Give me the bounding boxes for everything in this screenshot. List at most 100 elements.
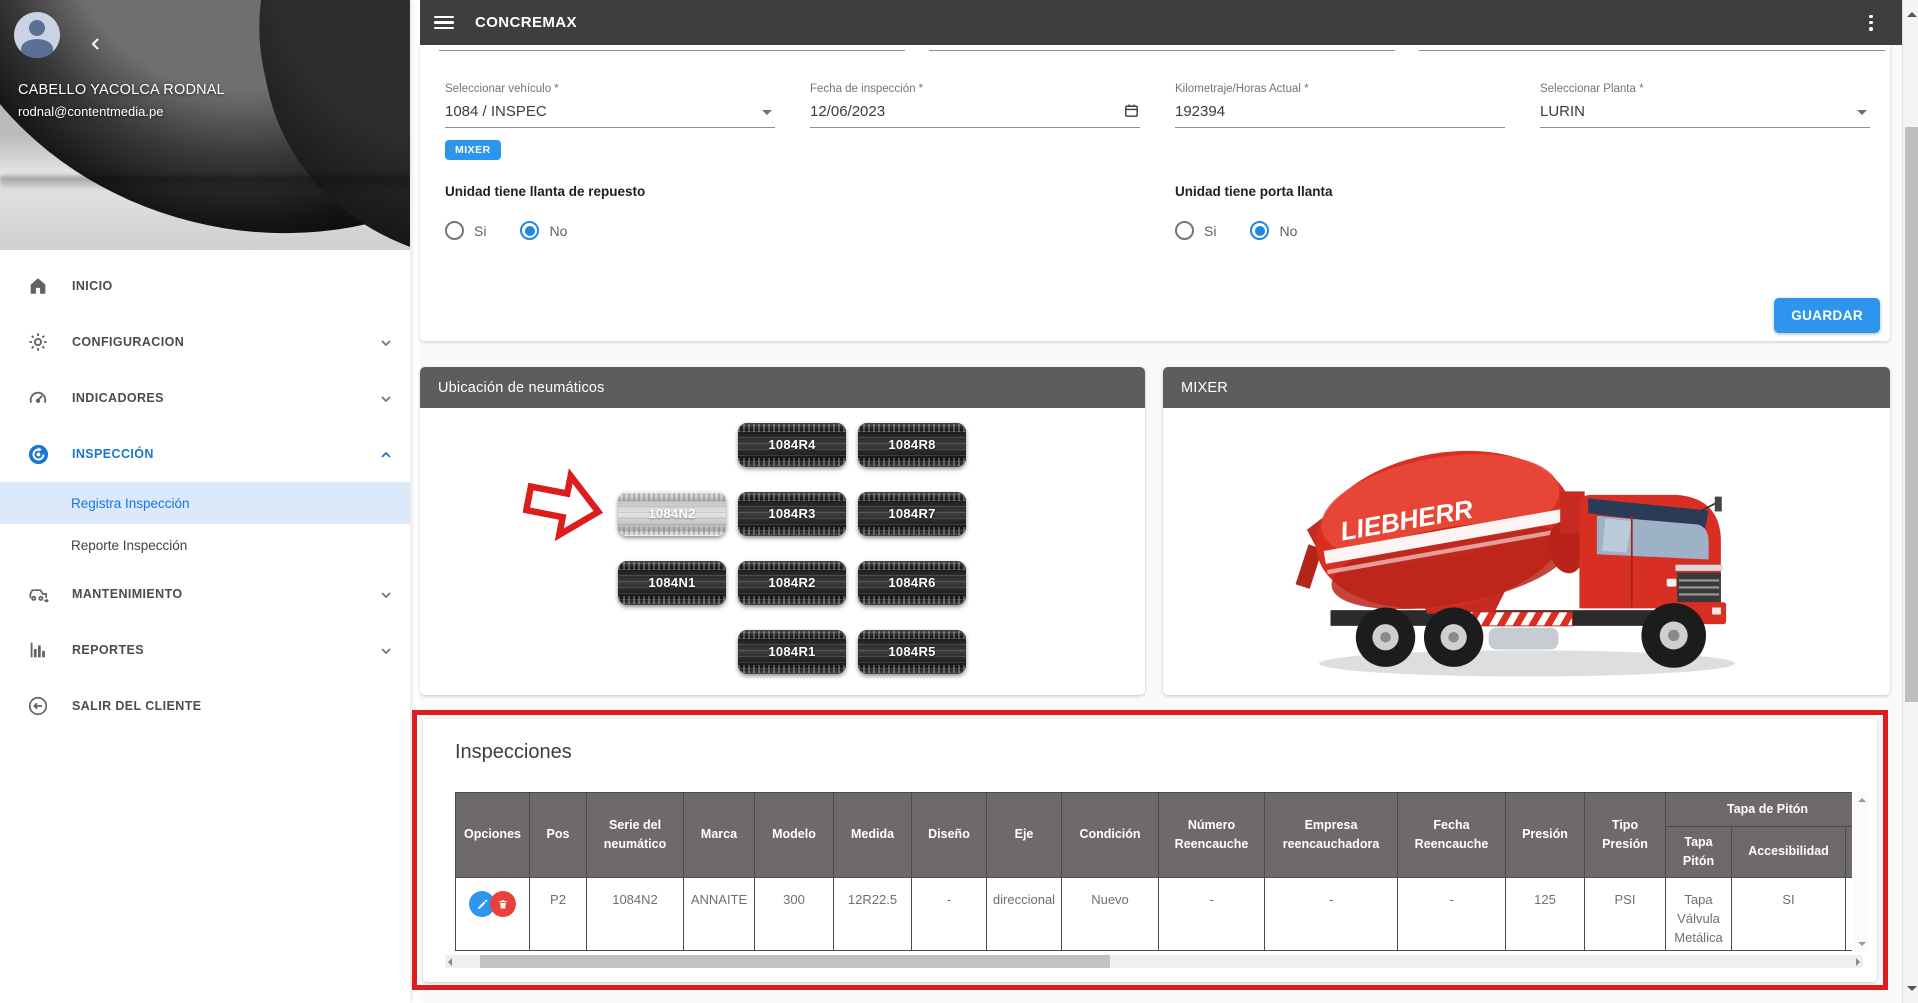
plant-select[interactable]: Seleccionar Planta * LURIN — [1540, 83, 1870, 128]
delete-button[interactable] — [490, 891, 516, 917]
cell-numero-reencauche: - — [1159, 878, 1265, 951]
sidebar-profile-header: CABELLO YACOLCA RODNAL rodnal@contentmed… — [0, 0, 410, 250]
mixer-truck-image: LIEBHERR — [1251, 425, 1803, 687]
inspections-title: Inspecciones — [455, 741, 572, 764]
tire-button-1084N2[interactable]: 1084N2 — [618, 492, 726, 536]
cell-eje: direccional — [987, 878, 1062, 951]
app-title: CONCREMAX — [475, 14, 577, 31]
tire-button-1084R5[interactable]: 1084R5 — [858, 630, 966, 674]
scroll-right-arrow-icon[interactable] — [1856, 958, 1860, 966]
annotation-arrow — [523, 465, 605, 558]
cell-pos: P2 — [530, 878, 587, 951]
col-header-diseno: Diseño — [912, 793, 987, 878]
inspections-table: Opciones Pos Serie del neumático Marca M… — [455, 792, 1852, 952]
sidebar-item-inicio[interactable]: INICIO — [0, 258, 410, 314]
spare-tire-question-label: Unidad tiene llanta de repuesto — [445, 184, 645, 199]
table-vertical-scrollbar[interactable] — [1854, 792, 1869, 952]
sidebar-collapse-icon[interactable] — [86, 34, 106, 54]
horizontal-scrollbar-thumb[interactable] — [480, 955, 1110, 968]
inspections-card: Inspecciones Opciones Pos Serie del neum… — [423, 719, 1877, 982]
mixer-panel: MIXER LIEBH — [1163, 367, 1890, 695]
col-subheader-accesibilidad: Accesibilidad — [1732, 827, 1846, 878]
radio-si[interactable] — [445, 221, 464, 240]
col-subheader-partial — [1846, 827, 1853, 878]
radio-no[interactable] — [520, 221, 539, 240]
menu-icon[interactable] — [434, 16, 454, 30]
sidebar-item-salir-del-cliente[interactable]: SALIR DEL CLIENTE — [0, 678, 410, 734]
tire-photo-shadow — [0, 176, 410, 190]
chevron-down-icon — [380, 392, 392, 404]
table-horizontal-scrollbar[interactable] — [445, 955, 1863, 968]
sidebar-nav: INICIO CONFIGURACION INDICADORES — [0, 250, 410, 734]
col-group-header-tapa-de-piton: Tapa de Pitón — [1666, 793, 1853, 827]
col-subheader-tapa-piton: Tapa Pitón — [1666, 827, 1732, 878]
tire-button-1084R4[interactable]: 1084R4 — [738, 423, 846, 467]
sidebar: CABELLO YACOLCA RODNAL rodnal@contentmed… — [0, 0, 410, 1003]
vehicle-select[interactable]: Seleccionar vehículo * 1084 / INSPEC — [445, 83, 775, 128]
col-header-presion: Presión — [1506, 793, 1585, 878]
tire-button-1084N1[interactable]: 1084N1 — [618, 561, 726, 605]
sidebar-subitem-registra-inspeccion[interactable]: Registra Inspección — [0, 482, 410, 524]
cell-marca: ANNAITE — [684, 878, 755, 951]
col-header-condicion: Condición — [1062, 793, 1159, 878]
logout-icon — [25, 695, 51, 717]
row-actions — [456, 878, 530, 951]
col-header-empresa-reencauchadora: Empresa reencauchadora — [1265, 793, 1398, 878]
page-vertical-scrollbar[interactable] — [1902, 0, 1918, 1003]
col-header-pos: Pos — [530, 793, 587, 878]
chevron-down-icon — [380, 588, 392, 600]
kebab-menu-icon[interactable] — [1862, 14, 1880, 32]
cutoff-field-underline — [929, 50, 1395, 51]
cell-diseno: - — [912, 878, 987, 951]
scroll-up-arrow-icon[interactable] — [1907, 7, 1917, 17]
tire-button-1084R2[interactable]: 1084R2 — [738, 561, 846, 605]
col-header-eje: Eje — [987, 793, 1062, 878]
sidebar-item-mantenimiento[interactable]: MANTENIMIENTO — [0, 566, 410, 622]
gear-icon — [25, 331, 51, 353]
calendar-icon[interactable] — [1123, 102, 1140, 123]
tire-button-1084R8[interactable]: 1084R8 — [858, 423, 966, 467]
dropdown-arrow-icon — [1857, 110, 1867, 120]
tire-button-1084R7[interactable]: 1084R7 — [858, 492, 966, 536]
vertical-scrollbar-thumb[interactable] — [1905, 127, 1918, 702]
cutoff-field-underline — [1419, 50, 1885, 51]
scroll-left-arrow-icon[interactable] — [448, 958, 452, 966]
home-icon — [25, 275, 51, 297]
cutoff-field-underline — [439, 50, 905, 51]
spare-tire-radio-group: Si No — [445, 221, 601, 240]
sidebar-item-inspeccion[interactable]: INSPECCIÓN — [0, 426, 410, 482]
chevron-down-icon — [380, 336, 392, 348]
bar-chart-icon — [25, 639, 51, 661]
sidebar-item-indicadores[interactable]: INDICADORES — [0, 370, 410, 426]
tire-carrier-radio-group: Si No — [1175, 221, 1331, 240]
tire-location-panel: Ubicación de neumáticos 1084R4 1084R8 10… — [420, 367, 1145, 695]
cell-condicion: Nuevo — [1062, 878, 1159, 951]
cell-accesibilidad: SI — [1732, 878, 1846, 951]
tire-button-1084R6[interactable]: 1084R6 — [858, 561, 966, 605]
col-header-opciones: Opciones — [456, 793, 530, 878]
odometer-input[interactable]: Kilometraje/Horas Actual * 192394 — [1175, 83, 1505, 128]
save-button[interactable]: GUARDAR — [1774, 298, 1880, 333]
cell-serie: 1084N2 — [587, 878, 684, 951]
gauge-icon — [25, 387, 51, 409]
inspection-date-input[interactable]: Fecha de inspección * 12/06/2023 — [810, 83, 1140, 128]
tire-button-1084R3[interactable]: 1084R3 — [738, 492, 846, 536]
sidebar-item-reportes[interactable]: REPORTES — [0, 622, 410, 678]
radio-no[interactable] — [1250, 221, 1269, 240]
avatar — [14, 12, 60, 58]
cell-partial — [1846, 878, 1853, 951]
col-header-medida: Medida — [834, 793, 912, 878]
inspection-form-card: Seleccionar vehículo * 1084 / INSPEC Fec… — [420, 45, 1890, 341]
tire-button-1084R1[interactable]: 1084R1 — [738, 630, 846, 674]
cell-empresa-reencauchadora: - — [1265, 878, 1398, 951]
table-row: P2 1084N2 ANNAITE 300 12R22.5 - direccio… — [456, 878, 1853, 951]
scroll-down-arrow-icon[interactable] — [1907, 986, 1917, 996]
col-header-numero-reencauche: Número Reencauche — [1159, 793, 1265, 878]
tire-carrier-question-label: Unidad tiene porta llanta — [1175, 184, 1333, 199]
main-content: Seleccionar vehículo * 1084 / INSPEC Fec… — [420, 45, 1902, 1003]
app-bar: CONCREMAX — [420, 0, 1902, 45]
radio-si[interactable] — [1175, 221, 1194, 240]
sidebar-item-configuracion[interactable]: CONFIGURACION — [0, 314, 410, 370]
sidebar-subitem-reporte-inspeccion[interactable]: Reporte Inspección — [0, 524, 410, 566]
cell-modelo: 300 — [755, 878, 834, 951]
